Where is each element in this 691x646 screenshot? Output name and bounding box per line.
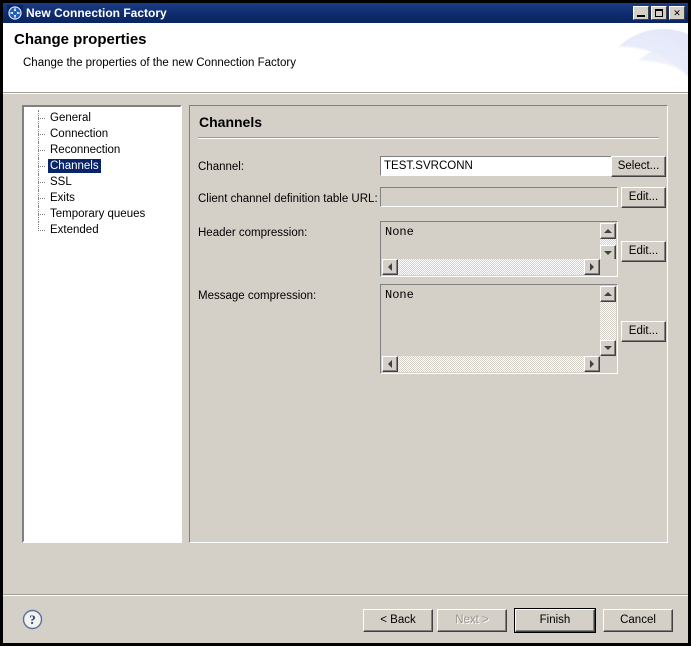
tree-connector-hook: [38, 134, 45, 136]
sidebar-item-channels[interactable]: Channels: [24, 158, 180, 174]
message-compression-vertical-scrollbar[interactable]: [600, 286, 616, 356]
close-icon: ✕: [673, 7, 681, 18]
help-icon[interactable]: ?: [22, 609, 43, 630]
sidebar-item-general[interactable]: General: [24, 110, 180, 126]
channel-input[interactable]: [380, 156, 618, 176]
new-connection-factory-dialog: New Connection Factory ✕ Change properti…: [0, 0, 691, 646]
message-compression-horizontal-scrollbar[interactable]: [382, 356, 600, 372]
tree-connector-hook: [38, 166, 45, 168]
message-compression-list[interactable]: None: [380, 284, 618, 374]
sidebar-item-ssl[interactable]: SSL: [24, 174, 180, 190]
window-title: New Connection Factory: [26, 6, 167, 20]
scroll-right-icon[interactable]: [584, 356, 600, 372]
window-controls: ✕: [633, 6, 685, 20]
tree-connector-hook: [38, 118, 45, 120]
banner-decoration-icon: [598, 29, 688, 93]
dialog-footer: ? < Back Next > Finish Cancel: [3, 596, 688, 643]
header-compression-vertical-scrollbar[interactable]: [600, 223, 616, 261]
tree-connector-hook: [38, 198, 45, 200]
header-compression-label: Header compression:: [198, 227, 308, 239]
message-compression-label: Message compression:: [198, 290, 317, 302]
panel-title-divider-highlight: [198, 138, 659, 139]
ccdt-url-input[interactable]: [380, 187, 618, 207]
finish-button[interactable]: Finish: [514, 608, 596, 633]
sidebar-item-extended[interactable]: Extended: [24, 222, 180, 238]
sidebar-item-label: Channels: [48, 159, 101, 173]
sidebar-item-reconnection[interactable]: Reconnection: [24, 142, 180, 158]
page-title: Change properties: [14, 31, 147, 48]
channel-select-button[interactable]: Select...: [611, 156, 666, 177]
scroll-down-icon[interactable]: [600, 340, 616, 356]
sidebar-item-temporary-queues[interactable]: Temporary queues: [24, 206, 180, 222]
scroll-up-icon[interactable]: [600, 286, 616, 302]
header-compression-value[interactable]: None: [385, 225, 414, 239]
connection-factory-icon: [7, 5, 23, 21]
sidebar-item-label: General: [50, 112, 91, 124]
scroll-up-icon[interactable]: [600, 223, 616, 239]
page-subtitle: Change the properties of the new Connect…: [23, 57, 296, 69]
header-compression-edit-button[interactable]: Edit...: [621, 241, 666, 262]
navigation-tree[interactable]: General Connection Reconnection Channels SSL…: [23, 106, 181, 542]
scrollbar-corner: [600, 356, 616, 372]
sidebar-item-exits[interactable]: Exits: [24, 190, 180, 206]
sidebar-item-connection[interactable]: Connection: [24, 126, 180, 142]
dialog-body: General Connection Reconnection Channels SSL…: [3, 94, 688, 643]
title-bar[interactable]: New Connection Factory ✕: [3, 3, 688, 23]
wizard-header-banner: Change properties Change the properties …: [3, 23, 688, 93]
ccdt-url-label: Client channel definition table URL:: [198, 193, 378, 205]
scroll-right-icon[interactable]: [584, 259, 600, 275]
ccdt-url-edit-button[interactable]: Edit...: [621, 187, 666, 208]
message-compression-edit-button[interactable]: Edit...: [621, 321, 666, 342]
next-button: Next >: [437, 609, 507, 632]
tree-connector-hook: [38, 214, 45, 216]
sidebar-item-label: Extended: [50, 224, 99, 236]
panel-title: Channels: [199, 114, 263, 130]
header-compression-horizontal-scrollbar[interactable]: [382, 259, 600, 275]
channels-properties-panel: Channels Channel: Select... Client chann…: [189, 105, 668, 543]
tree-connector-hook: [38, 230, 45, 232]
tree-connector-hook: [38, 182, 45, 184]
sidebar-item-label: Temporary queues: [50, 208, 146, 220]
scroll-left-icon[interactable]: [382, 356, 398, 372]
tree-connector-hook: [38, 150, 45, 152]
header-compression-list[interactable]: None: [380, 221, 618, 277]
sidebar-item-label: Reconnection: [50, 144, 121, 156]
scroll-left-icon[interactable]: [382, 259, 398, 275]
navigation-tree-list: General Connection Reconnection Channels SSL…: [24, 110, 180, 238]
scrollbar-corner: [600, 259, 616, 275]
sidebar-item-label: Exits: [50, 192, 75, 204]
channel-label: Channel:: [198, 161, 245, 173]
message-compression-value[interactable]: None: [385, 288, 414, 302]
minimize-button[interactable]: [633, 6, 649, 20]
sidebar-item-label: Connection: [50, 128, 109, 140]
cancel-button[interactable]: Cancel: [603, 609, 673, 632]
maximize-button[interactable]: [651, 6, 667, 20]
close-button[interactable]: ✕: [669, 6, 685, 20]
sidebar-item-label: SSL: [50, 176, 72, 188]
back-button[interactable]: < Back: [363, 609, 433, 632]
svg-text:?: ?: [29, 612, 36, 627]
